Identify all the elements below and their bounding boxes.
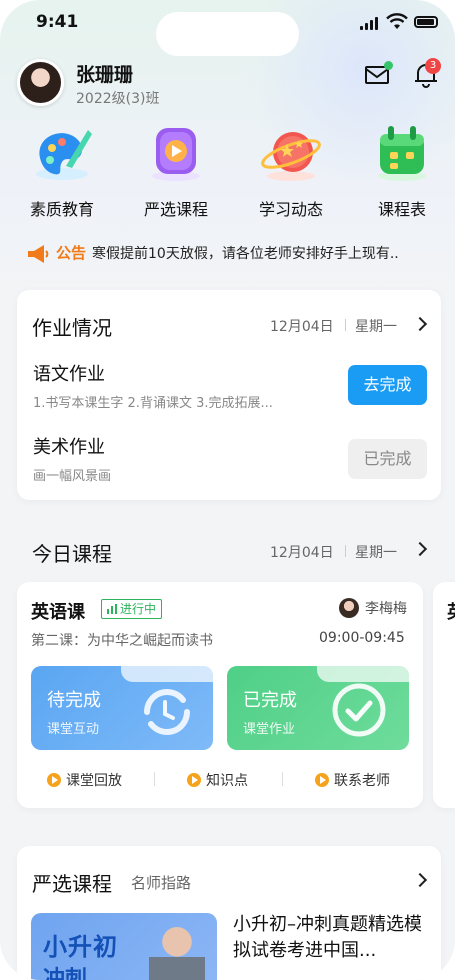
selected-courses-subtitle: 名师指路 xyxy=(131,874,192,892)
homework-desc: 画一幅风景画 xyxy=(33,469,112,484)
megaphone-icon xyxy=(28,245,49,263)
link-label: 知识点 xyxy=(206,773,248,789)
video-play-icon xyxy=(144,122,208,186)
dynamic-island xyxy=(156,12,299,56)
chevron-right-icon[interactable] xyxy=(412,316,428,332)
announcement-text: 寒假提前10天放假，请各位老师安排好手上现有.. xyxy=(92,246,399,262)
teacher-name: 李梅梅 xyxy=(365,601,407,617)
homework-title: 作业情况 xyxy=(32,316,112,340)
knowledge-points-link[interactable]: 知识点 xyxy=(187,770,248,790)
user-class: 2022级(3)班 xyxy=(76,91,160,107)
teacher-photo xyxy=(149,921,205,980)
class-replay-link[interactable]: 课堂回放 xyxy=(47,770,122,790)
planet-icon xyxy=(259,122,323,186)
user-name: 张珊珊 xyxy=(76,64,134,86)
refresh-clock-icon xyxy=(144,689,190,735)
tile-subtitle: 课堂作业 xyxy=(243,722,296,737)
course-cover[interactable]: 小升初 冲刺 xyxy=(31,913,217,980)
online-status-dot xyxy=(384,61,393,70)
announcement-bar[interactable]: 公告 寒假提前10天放假，请各位老师安排好手上现有.. xyxy=(26,242,438,284)
course-name: 英 xyxy=(447,598,455,624)
homework-name: 美术作业 xyxy=(33,437,105,458)
go-complete-button[interactable]: 去完成 xyxy=(348,365,427,405)
tile-title: 已完成 xyxy=(243,690,297,711)
menu-learning-updates[interactable]: 学习动态 xyxy=(241,122,341,220)
palette-icon xyxy=(30,122,94,186)
teacher-avatar xyxy=(339,598,359,618)
announcement-tag: 公告 xyxy=(56,244,87,262)
divider xyxy=(154,772,155,786)
play-icon xyxy=(47,773,61,787)
play-icon xyxy=(187,773,201,787)
cellular-signal-icon xyxy=(360,16,378,30)
user-avatar[interactable] xyxy=(17,59,64,106)
status-badge: 进行中 xyxy=(101,599,163,619)
divider xyxy=(345,319,346,331)
status-time: 9:41 xyxy=(36,12,79,32)
course-title[interactable]: 小升初–冲刺真题精选模拟试卷考进中国... xyxy=(233,912,433,964)
check-circle-icon xyxy=(332,683,386,737)
lesson-time: 09:00-09:45 xyxy=(319,630,405,646)
selected-courses-title: 严选课程 xyxy=(32,872,112,896)
completed-tile[interactable]: 已完成 课堂作业 xyxy=(227,666,409,750)
today-courses-weekday: 星期一 xyxy=(355,545,397,561)
course-name: 英语课 xyxy=(31,602,85,623)
divider xyxy=(282,772,283,786)
tile-title: 待完成 xyxy=(47,690,101,711)
phone-screen: 9:41 张珊珊 2022级(3)班 3 素质教育 严选课程 学习动态 课程表 … xyxy=(0,0,455,980)
status-text: 进行中 xyxy=(120,602,157,616)
homework-card: 作业情况 12月04日 星期一 语文作业 1.书写本课生字 2.背诵课文 3.完… xyxy=(17,290,441,500)
contact-teacher-link[interactable]: 联系老师 xyxy=(315,770,390,790)
chevron-right-icon[interactable] xyxy=(412,872,428,888)
menu-label: 严选课程 xyxy=(143,200,208,219)
menu-timetable[interactable]: 课程表 xyxy=(352,122,452,220)
link-label: 课堂回放 xyxy=(66,773,122,789)
completed-button[interactable]: 已完成 xyxy=(348,439,427,479)
homework-name: 语文作业 xyxy=(33,364,105,385)
play-icon xyxy=(315,773,329,787)
homework-date: 12月04日 xyxy=(270,319,334,335)
menu-selected-courses[interactable]: 严选课程 xyxy=(126,122,226,220)
today-courses-date: 12月04日 xyxy=(270,545,334,561)
notification-badge: 3 xyxy=(425,58,441,74)
selected-courses-card: 严选课程 名师指路 小升初 冲刺 小升初–冲刺真题精选模拟试卷考进中国... xyxy=(17,846,441,980)
pending-tile[interactable]: 待完成 课堂互动 xyxy=(31,666,213,750)
status-bar: 9:41 xyxy=(0,0,455,56)
menu-quality-education[interactable]: 素质教育 xyxy=(12,122,112,220)
link-label: 联系老师 xyxy=(334,773,390,789)
cover-subtitle: 冲刺 xyxy=(43,967,88,980)
today-courses-title: 今日课程 xyxy=(32,542,112,566)
bar-chart-icon xyxy=(107,604,117,614)
menu-label: 课程表 xyxy=(377,200,426,219)
divider xyxy=(345,545,346,557)
chevron-right-icon[interactable] xyxy=(412,541,428,557)
menu-label: 学习动态 xyxy=(258,200,323,219)
wifi-icon xyxy=(386,13,408,29)
cover-title: 小升初 xyxy=(43,933,118,961)
homework-desc: 1.书写本课生字 2.背诵课文 3.完成拓展... xyxy=(33,396,273,411)
menu-label: 素质教育 xyxy=(29,200,94,219)
teacher-info[interactable]: 李梅梅 xyxy=(339,598,407,618)
course-card[interactable]: 英语课 进行中 李梅梅 第二课：为中华之崛起而读书 09:00-09:45 待完… xyxy=(17,582,423,808)
next-course-card[interactable]: 英 xyxy=(433,582,455,808)
calendar-icon xyxy=(370,122,434,186)
tile-subtitle: 课堂互动 xyxy=(47,722,100,737)
battery-icon xyxy=(414,16,438,28)
homework-weekday: 星期一 xyxy=(355,319,397,335)
lesson-title: 第二课：为中华之崛起而读书 xyxy=(31,633,213,649)
